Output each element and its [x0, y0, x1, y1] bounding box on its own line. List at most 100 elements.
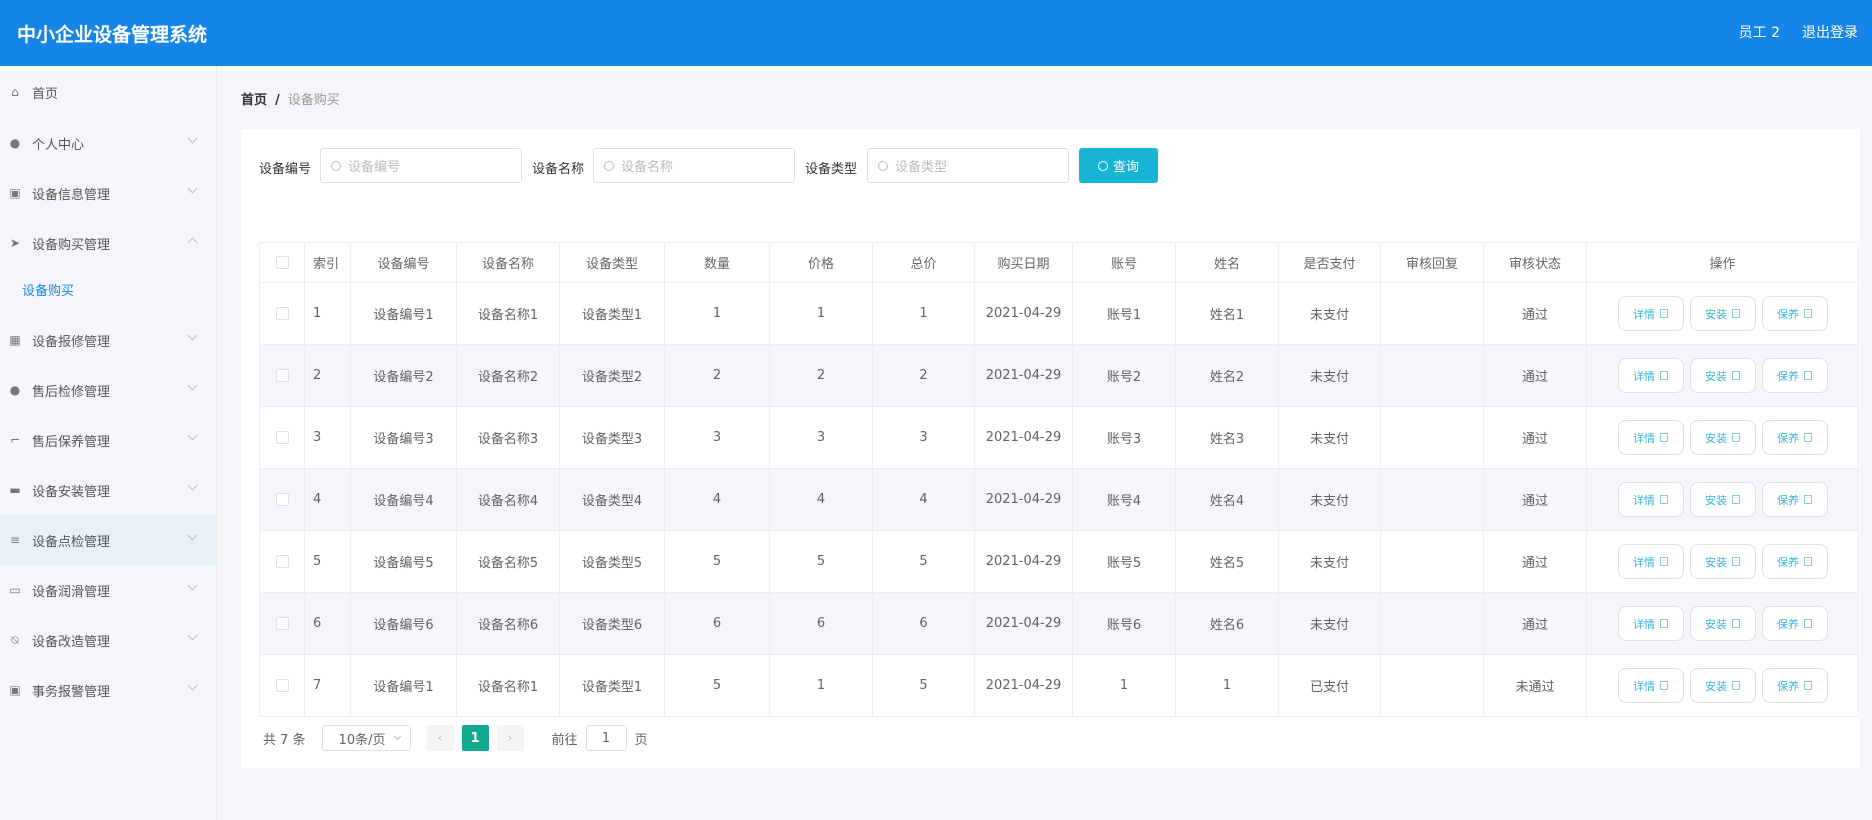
- detail-button[interactable]: 详情: [1617, 606, 1684, 641]
- install-button[interactable]: 安装: [1689, 358, 1756, 393]
- detail-button[interactable]: 详情: [1617, 358, 1684, 393]
- logout-link[interactable]: 退出登录: [1802, 22, 1858, 42]
- sidebar-item[interactable]: ● 售后检修管理: [0, 365, 216, 415]
- sidebar-item-label: 设备改造管理: [32, 634, 111, 650]
- detail-button[interactable]: 详情: [1617, 482, 1684, 517]
- column-header: 价格: [769, 242, 873, 283]
- row-checkbox[interactable]: [275, 555, 289, 568]
- row-checkbox[interactable]: [275, 493, 289, 506]
- install-button[interactable]: 安装: [1689, 606, 1756, 641]
- device-name-input[interactable]: 设备名称: [593, 148, 795, 183]
- goto-page-input[interactable]: 1: [585, 725, 627, 751]
- select-cell[interactable]: [259, 344, 305, 407]
- select-cell[interactable]: [259, 406, 305, 469]
- document-icon: [1660, 371, 1668, 380]
- maintain-button[interactable]: 保养: [1761, 358, 1828, 393]
- actions-cell: 详情 安装 保养: [1586, 468, 1859, 531]
- select-all-checkbox[interactable]: [275, 256, 289, 269]
- device-type-input[interactable]: 设备类型: [867, 148, 1069, 183]
- sidebar-item[interactable]: ▣ 事务报警管理: [0, 665, 216, 715]
- table-cell: 设备名称1: [456, 282, 560, 345]
- chevron-down-icon: [187, 530, 198, 541]
- sidebar-item[interactable]: ▬ 设备安装管理: [0, 465, 216, 515]
- maintain-button[interactable]: 保养: [1761, 544, 1828, 579]
- table-cell: 设备类型2: [559, 344, 665, 407]
- table-row: 4 设备编号4 设备名称4 设备类型4 4 4 4 2021-04-29 账号4 姓名4 未支付 通过…: [259, 468, 1859, 531]
- sidebar-item-label: 首页: [32, 86, 59, 102]
- table-cell: 设备名称5: [456, 530, 560, 593]
- actions-cell: 详情 安装 保养: [1586, 282, 1859, 345]
- detail-button[interactable]: 详情: [1617, 420, 1684, 455]
- table-cell: 设备名称4: [456, 468, 560, 531]
- message-icon: ▭: [9, 583, 21, 597]
- select-cell[interactable]: [259, 592, 305, 655]
- install-button[interactable]: 安装: [1689, 668, 1756, 703]
- sidebar-item[interactable]: ➤ 设备购买管理: [0, 218, 216, 268]
- sidebar-item[interactable]: ▣ 设备信息管理: [0, 168, 216, 218]
- select-all-cell[interactable]: [259, 242, 305, 283]
- row-checkbox[interactable]: [275, 431, 289, 444]
- select-cell[interactable]: [259, 654, 305, 717]
- row-checkbox[interactable]: [275, 617, 289, 630]
- select-cell[interactable]: [259, 530, 305, 593]
- document-icon: [1660, 309, 1668, 318]
- detail-button[interactable]: 详情: [1617, 544, 1684, 579]
- column-header: 总价: [872, 242, 975, 283]
- table-cell: 设备编号5: [350, 530, 457, 593]
- sidebar-item-label: 个人中心: [32, 137, 85, 153]
- select-cell[interactable]: [259, 468, 305, 531]
- select-cell[interactable]: [259, 282, 305, 345]
- install-button[interactable]: 安装: [1689, 482, 1756, 517]
- table-cell: 姓名3: [1175, 406, 1279, 469]
- table-row: 1 设备编号1 设备名称1 设备类型1 1 1 1 2021-04-29 账号1 姓名1 未支付 通过…: [259, 282, 1859, 345]
- button-label: 详情: [1633, 493, 1655, 507]
- maintain-button[interactable]: 保养: [1761, 668, 1828, 703]
- table-cell: 5: [304, 530, 351, 593]
- table-cell: 通过: [1483, 530, 1587, 593]
- detail-button[interactable]: 详情: [1617, 668, 1684, 703]
- sidebar-item[interactable]: ⌂ 首页: [0, 67, 216, 117]
- page-1-button[interactable]: 1: [461, 725, 489, 751]
- maintain-button[interactable]: 保养: [1761, 296, 1828, 331]
- chevron-down-icon: [187, 330, 198, 341]
- install-button[interactable]: 安装: [1689, 544, 1756, 579]
- user-icon: ●: [9, 136, 21, 150]
- sidebar-item[interactable]: ⍉ 设备改造管理: [0, 615, 216, 665]
- table-cell: 通过: [1483, 344, 1587, 407]
- table-cell: 账号1: [1072, 282, 1176, 345]
- install-button[interactable]: 安装: [1689, 296, 1756, 331]
- row-checkbox[interactable]: [275, 307, 289, 320]
- query-button[interactable]: 查询: [1079, 148, 1158, 183]
- top-header: 中小企业设备管理系统 员工 2 退出登录: [0, 0, 1872, 66]
- pagination: 共 7 条 10条/页 ‹ 1 › 前往 1 页: [263, 725, 648, 751]
- detail-button[interactable]: 详情: [1617, 296, 1684, 331]
- table-cell: 设备编号1: [350, 282, 457, 345]
- user-name[interactable]: 员工 2: [1739, 22, 1780, 42]
- app-title: 中小企业设备管理系统: [17, 24, 208, 46]
- document-icon: [1804, 495, 1812, 504]
- breadcrumb-home[interactable]: 首页: [241, 93, 267, 108]
- sidebar-item[interactable]: ⌐ 售后保养管理: [0, 415, 216, 465]
- prev-page-button[interactable]: ‹: [426, 725, 454, 751]
- page-size-select[interactable]: 10条/页: [321, 725, 411, 751]
- sidebar-item[interactable]: ● 个人中心: [0, 118, 216, 168]
- install-button[interactable]: 安装: [1689, 420, 1756, 455]
- document-icon: [1660, 681, 1668, 690]
- next-page-button[interactable]: ›: [496, 725, 524, 751]
- sidebar-item[interactable]: ▦ 设备报修管理: [0, 315, 216, 365]
- maintain-button[interactable]: 保养: [1761, 420, 1828, 455]
- list-icon: ≡: [9, 533, 21, 547]
- row-checkbox[interactable]: [275, 369, 289, 382]
- maintain-button[interactable]: 保养: [1761, 606, 1828, 641]
- sidebar-item[interactable]: ▭ 设备润滑管理: [0, 565, 216, 615]
- table-cell: 设备编号4: [350, 468, 457, 531]
- document-icon: [1804, 433, 1812, 442]
- document-icon: [1732, 681, 1740, 690]
- device-number-input[interactable]: 设备编号: [320, 148, 522, 183]
- table-cell: 姓名5: [1175, 530, 1279, 593]
- row-checkbox[interactable]: [275, 679, 289, 692]
- maintain-button[interactable]: 保养: [1761, 482, 1828, 517]
- sidebar-item[interactable]: ≡ 设备点检管理: [0, 515, 216, 565]
- table-cell: 5: [872, 530, 975, 593]
- sidebar-item[interactable]: 设备购买: [0, 264, 216, 314]
